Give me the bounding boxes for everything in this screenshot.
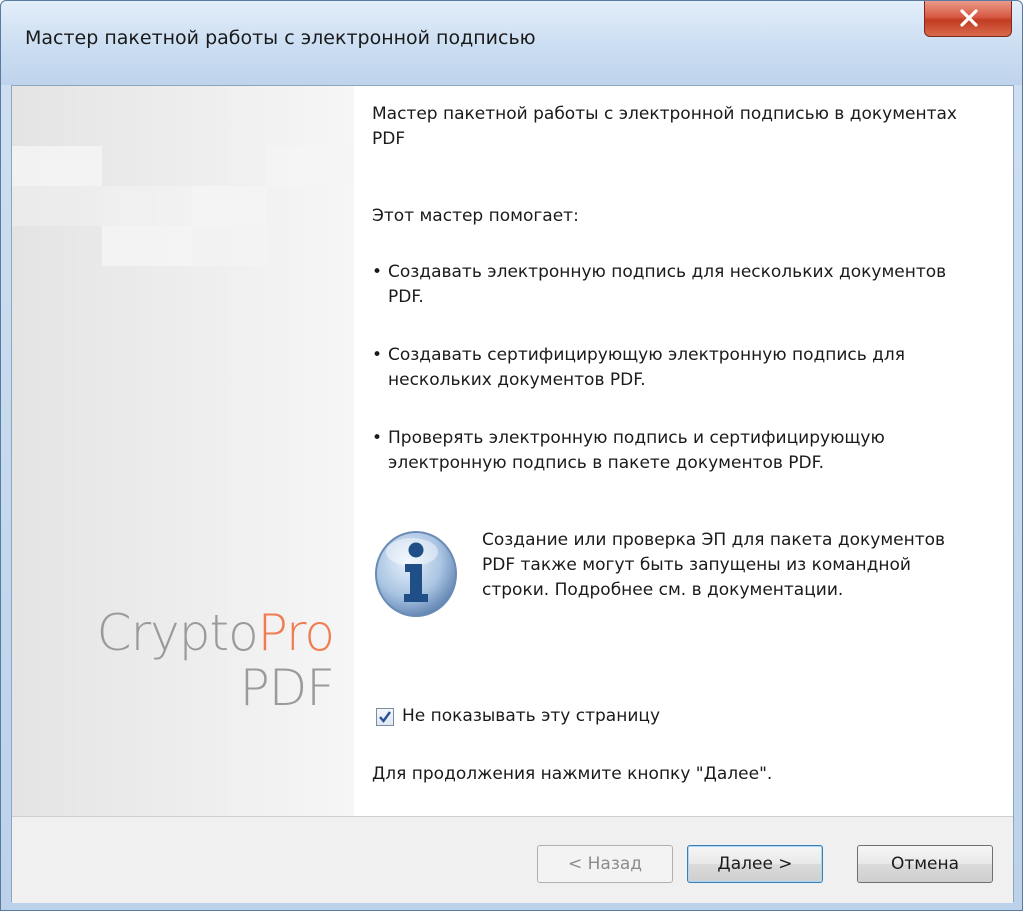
- side-banner: CryptoPro PDF: [12, 86, 354, 816]
- close-button[interactable]: [924, 1, 1012, 37]
- info-icon: [375, 531, 457, 617]
- next-button[interactable]: Далее >: [687, 845, 823, 883]
- title-bar: Мастер пакетной работы с электронной под…: [1, 1, 1022, 85]
- wizard-window: Мастер пакетной работы с электронной под…: [0, 0, 1023, 911]
- list-item: • Создавать сертифицирующую электронную п…: [372, 345, 906, 390]
- list-item: • Проверять электронную подпись и сертифи…: [372, 428, 885, 473]
- dont-show-checkbox-row[interactable]: Не показывать эту страницу: [376, 704, 660, 730]
- page-heading: Мастер пакетной работы с электронной под…: [372, 104, 957, 149]
- cryptopro-pdf-logo: CryptoPro PDF: [96, 604, 335, 717]
- intro-text: Этот мастер помогает:: [372, 206, 579, 226]
- cancel-button[interactable]: Отмена: [857, 845, 993, 883]
- checkmark-icon: [379, 710, 391, 723]
- window-title: Мастер пакетной работы с электронной под…: [25, 27, 536, 49]
- wizard-client-area: CryptoPro PDF Мастер пакетной работы с э…: [11, 85, 1014, 903]
- dont-show-checkbox-label[interactable]: Не показывать эту страницу: [402, 706, 660, 726]
- wizard-content: Мастер пакетной работы с электронной под…: [372, 86, 992, 816]
- continue-hint: Для продолжения нажмите кнопку "Далее".: [372, 764, 773, 784]
- button-bar: < Назад Далее > Отмена: [12, 816, 1013, 903]
- list-item: • Создавать электронную подпись для неско…: [372, 262, 947, 307]
- info-text: Создание или проверка ЭП для пакета доку…: [482, 530, 946, 600]
- back-button[interactable]: < Назад: [537, 845, 673, 883]
- close-icon: [960, 9, 978, 27]
- dont-show-checkbox[interactable]: [376, 707, 394, 726]
